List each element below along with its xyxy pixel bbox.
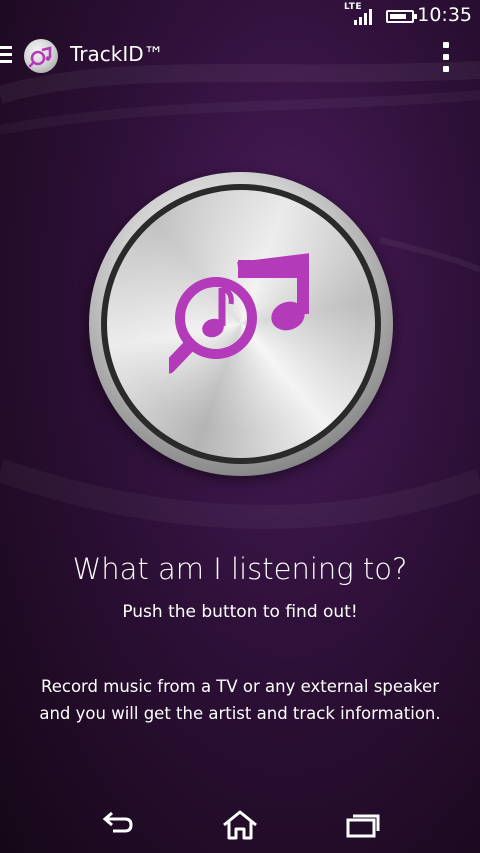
- home-icon[interactable]: [220, 809, 260, 841]
- overflow-menu-icon[interactable]: [442, 42, 450, 72]
- recent-apps-icon[interactable]: [343, 809, 383, 841]
- trackid-search-music-icon: [169, 253, 309, 374]
- subheadline: Push the button to find out!: [122, 602, 358, 622]
- status-bar: LTE 10:35: [0, 0, 480, 32]
- menu-icon[interactable]: [0, 46, 14, 66]
- headline: What am I listening to?: [72, 552, 408, 586]
- app-title: TrackID™: [70, 42, 164, 66]
- battery-level-fill: [390, 14, 407, 19]
- navigation-bar: [0, 797, 480, 853]
- record-button[interactable]: [89, 172, 393, 476]
- app-bar: TrackID™: [0, 34, 480, 78]
- signal-icon: [354, 9, 372, 25]
- battery-icon: [386, 10, 417, 23]
- description-text: Record music from a TV or any external s…: [39, 677, 441, 723]
- trackid-logo-icon: [24, 39, 58, 73]
- status-clock: 10:35: [417, 4, 472, 26]
- back-icon[interactable]: [97, 809, 137, 841]
